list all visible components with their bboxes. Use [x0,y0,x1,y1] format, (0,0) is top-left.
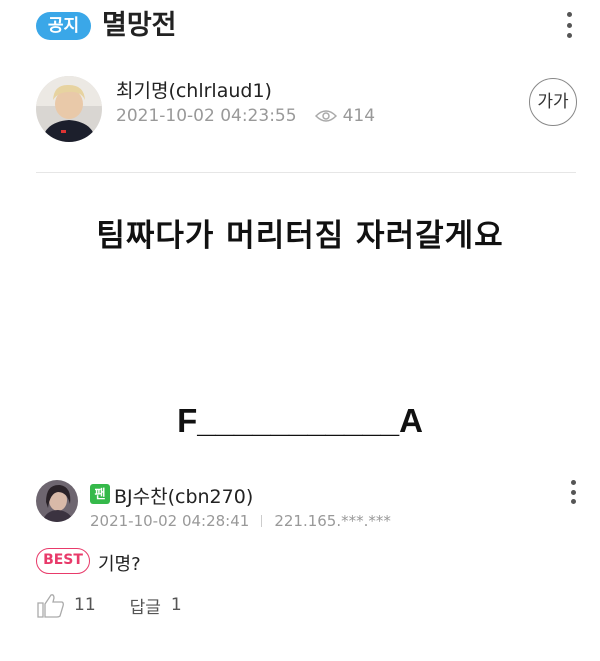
post-body-line: 팀짜다가 머리터짐 자러갈게요 [96,218,504,254]
author-avatar[interactable] [36,76,102,142]
post-title: 멸망전 [102,10,177,41]
divider [36,172,576,173]
font-size-button[interactable]: 가가 [529,78,577,126]
like-count: 11 [74,595,96,615]
post-datetime: 2021-10-02 04:23:55 [116,106,297,126]
more-options-icon[interactable] [564,12,574,38]
reply-count: 1 [170,595,182,615]
fan-badge: 팬 [90,484,110,504]
comment-item: 팬 BJ수찬(cbn270) 2021-10-02 04:28:41 221.1… [0,476,600,626]
commenter-name[interactable]: BJ수찬(cbn270) [114,482,253,509]
post-body-fa-line: F___________A [177,402,423,439]
notice-badge: 공지 [36,12,91,40]
commenter-avatar[interactable] [36,480,78,522]
comment-actions: 11 답글 1 [36,592,182,618]
comment-ip: 221.165.***.*** [274,512,391,530]
post-header: 공지 멸망전 [0,0,600,56]
eye-icon [314,110,337,122]
comment-more-options-icon[interactable] [568,480,578,504]
view-count: 414 [342,106,376,126]
author-row: 최기명(chlrlaud1) 2021-10-02 04:23:55 414 가… [0,68,600,148]
reply-button[interactable]: 답글 [130,593,161,618]
author-name[interactable]: 최기명(chlrlaud1) [116,76,272,103]
comment-text: 기명? [98,554,141,575]
post-meta: 2021-10-02 04:23:55 414 [116,106,375,126]
comment-meta: 2021-10-02 04:28:41 221.165.***.*** [90,512,391,530]
thumbs-up-icon[interactable] [36,592,66,618]
meta-separator [261,515,263,527]
best-badge: BEST [36,548,90,574]
comment-datetime: 2021-10-02 04:28:41 [90,512,250,530]
